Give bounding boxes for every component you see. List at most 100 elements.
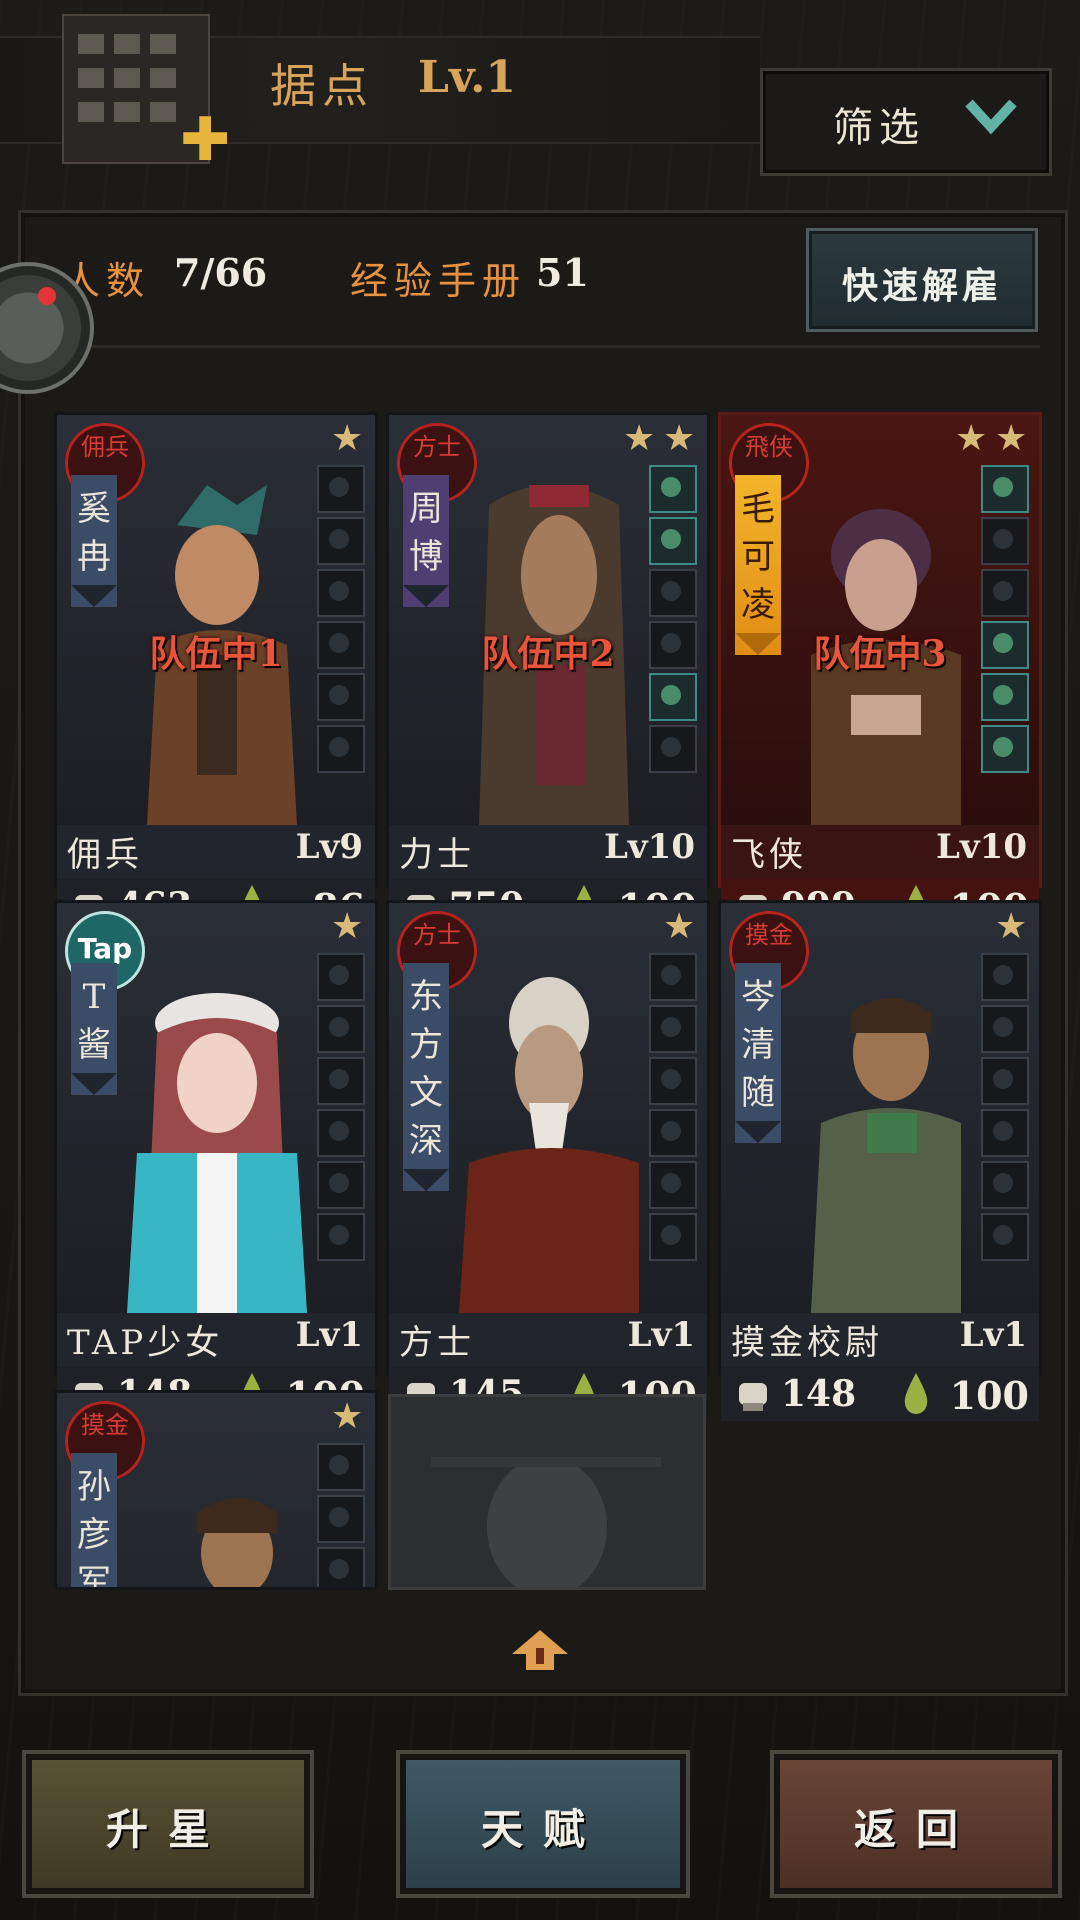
manual-value: 51 — [536, 250, 589, 295]
equip-slot[interactable] — [317, 1109, 365, 1157]
class-name: 摸金校尉 — [731, 1323, 883, 1363]
equip-slot[interactable] — [981, 1057, 1029, 1105]
name-bar: 孙彦军 — [71, 1453, 117, 1587]
badge-text: 摸金 — [81, 1411, 129, 1439]
equip-slot[interactable] — [981, 953, 1029, 1001]
equip-slot[interactable] — [317, 1005, 365, 1053]
character-level: Lv1 — [959, 1315, 1027, 1355]
star-up-button[interactable]: 升星 — [22, 1750, 314, 1898]
character-card[interactable]: 队伍中1 佣兵 奚冉 ★ 佣兵 Lv9 463 86 — [54, 412, 378, 933]
equip-slot[interactable] — [317, 673, 365, 721]
equip-slot[interactable] — [649, 1161, 697, 1209]
star-icon: ★ — [995, 418, 1028, 459]
star-rating: ★ — [331, 1399, 367, 1435]
equip-slot[interactable] — [981, 673, 1029, 721]
stamina-value: 100 — [949, 1373, 1029, 1418]
star-icon: ★ — [663, 418, 696, 459]
talent-label: 天赋 — [480, 1805, 605, 1854]
equip-slot[interactable] — [981, 1005, 1029, 1053]
plus-icon[interactable]: ✚ — [180, 110, 230, 170]
equip-slot[interactable] — [317, 1213, 365, 1261]
filter-label: 筛选 — [833, 105, 925, 151]
class-name: 佣兵 — [67, 835, 143, 875]
equip-slot[interactable] — [317, 725, 365, 773]
star-rating: ★ — [331, 421, 367, 457]
name-bar: 周博 — [403, 475, 449, 607]
character-card[interactable]: 队伍中2 方士 周博 ★ ★ 力士 Lv10 750 100 — [386, 412, 710, 933]
notification-dot — [38, 287, 56, 305]
base-title: 据点 — [270, 59, 374, 113]
badge-text: 方士 — [413, 921, 461, 949]
equip-slot[interactable] — [317, 517, 365, 565]
character-card[interactable]: 摸金 孙彦军 ★ — [54, 1390, 378, 1590]
equip-slot[interactable] — [649, 517, 697, 565]
character-name: 毛可凌 — [741, 489, 775, 625]
filter-button[interactable]: 筛选 — [760, 68, 1052, 176]
equip-slot[interactable] — [649, 725, 697, 773]
character-card[interactable]: 队伍中3 飛侠 毛可凌 ★ ★ 飞侠 Lv10 999 100 — [718, 412, 1042, 933]
equip-slot[interactable] — [649, 465, 697, 513]
character-card[interactable]: 方士 东方文深 ★ 方士 Lv1 145 100 — [386, 900, 710, 1421]
equip-slot[interactable] — [981, 1109, 1029, 1157]
character-level: Lv10 — [936, 827, 1027, 867]
back-button[interactable]: 返回 — [770, 1750, 1062, 1898]
equip-slot[interactable] — [649, 1005, 697, 1053]
equip-slot[interactable] — [649, 1109, 697, 1157]
character-portrait — [459, 977, 639, 1313]
star-icon: ★ — [955, 418, 988, 459]
badge-text: 佣兵 — [81, 433, 129, 461]
equip-slot[interactable] — [317, 1161, 365, 1209]
character-card[interactable]: 摸金 岑清随 ★ 摸金校尉 Lv1 148 100 — [718, 900, 1042, 1421]
equip-slot[interactable] — [649, 673, 697, 721]
base-level: Lv.1 — [418, 52, 517, 103]
equip-slot[interactable] — [317, 1443, 365, 1491]
scroll-up-icon[interactable] — [510, 1628, 570, 1672]
equip-slot[interactable] — [317, 1495, 365, 1543]
star-rating: ★ — [663, 909, 699, 945]
back-label: 返回 — [853, 1805, 978, 1854]
star-icon: ★ — [995, 906, 1028, 947]
equip-slot[interactable] — [317, 621, 365, 669]
equip-slot[interactable] — [317, 1547, 365, 1587]
equip-slot[interactable] — [981, 1161, 1029, 1209]
character-name: 周博 — [409, 489, 443, 577]
star-icon: ★ — [331, 1396, 364, 1437]
star-icon: ★ — [331, 906, 364, 947]
fist-icon — [739, 1383, 767, 1411]
equip-slot[interactable] — [649, 1213, 697, 1261]
equip-slot[interactable] — [981, 517, 1029, 565]
character-level: Lv10 — [604, 827, 695, 867]
equip-slot[interactable] — [981, 621, 1029, 669]
equip-slot[interactable] — [981, 465, 1029, 513]
equip-slot[interactable] — [317, 569, 365, 617]
equip-slot[interactable] — [317, 465, 365, 513]
stat-row: 148 100 — [721, 1367, 1039, 1421]
equip-slot[interactable] — [649, 621, 697, 669]
equip-slot[interactable] — [649, 569, 697, 617]
talent-button[interactable]: 天赋 — [396, 1750, 690, 1898]
character-portrait — [197, 1498, 277, 1587]
badge-text: Tap — [77, 932, 133, 965]
star-up-label: 升星 — [105, 1805, 230, 1854]
character-name: T酱 — [77, 977, 111, 1065]
name-bar: 毛可凌 — [735, 475, 781, 655]
star-icon: ★ — [331, 418, 364, 459]
stamina-drop-icon — [904, 1373, 928, 1414]
quick-dismiss-button[interactable]: 快速解雇 — [806, 228, 1038, 332]
class-name: 飞侠 — [731, 835, 807, 875]
character-name: 东方文深 — [409, 977, 443, 1161]
equip-slot[interactable] — [317, 1057, 365, 1105]
equip-slot[interactable] — [649, 1057, 697, 1105]
divider — [40, 345, 1040, 348]
locked-slot[interactable] — [388, 1394, 706, 1590]
character-portrait — [127, 993, 307, 1313]
equip-slot[interactable] — [981, 725, 1029, 773]
equip-slot[interactable] — [981, 569, 1029, 617]
equip-slot[interactable] — [317, 953, 365, 1001]
power-value: 148 — [781, 1373, 857, 1415]
character-card[interactable]: Tap T酱 ★ TAP少女 Lv1 148 100 — [54, 900, 378, 1421]
badge-text: 飛侠 — [745, 433, 793, 461]
equip-slot[interactable] — [649, 953, 697, 1001]
equip-slot[interactable] — [981, 1213, 1029, 1261]
character-level: Lv1 — [627, 1315, 695, 1355]
